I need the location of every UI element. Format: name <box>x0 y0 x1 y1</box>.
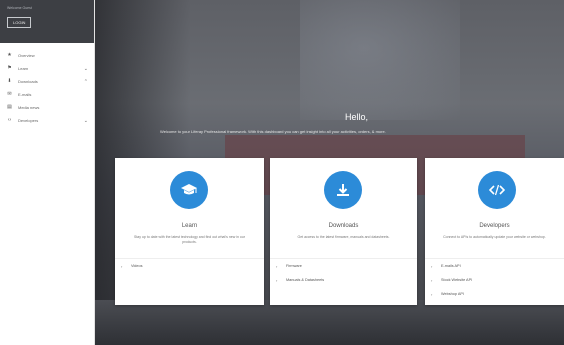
sidebar-item-label: Media news <box>18 105 40 110</box>
chevron-right-icon: › <box>431 277 433 283</box>
card-link-label: Manuals & Datasheets <box>286 278 325 282</box>
background-flag <box>300 0 460 120</box>
login-button[interactable]: LOGIN <box>7 17 32 28</box>
card-description: Stay up to date with the latest technolo… <box>134 235 245 244</box>
card-link[interactable]: › Manuals & Datasheets <box>270 273 417 287</box>
download-icon: ⬇ <box>7 78 12 84</box>
sidebar-item-label: E-mails <box>18 92 32 97</box>
sidebar-item-overview[interactable]: ★ Overview <box>0 49 94 62</box>
graduation-cap-icon <box>170 171 208 209</box>
sidebar-item-media-news[interactable]: ▤ Media news <box>0 101 94 114</box>
card-title: Developers <box>479 223 510 229</box>
chevron-right-icon: › <box>121 263 123 269</box>
card-link[interactable]: › Videos <box>115 259 264 273</box>
code-icon: ‹› <box>7 117 12 123</box>
chevron-right-icon: › <box>276 263 278 269</box>
card-link-label: Stock Website API <box>441 278 473 282</box>
card-link[interactable]: › Stock Website API <box>425 273 564 287</box>
card-link-label: E-mails API <box>441 264 461 268</box>
card-description: Get access to the latest firmware, manua… <box>297 235 390 239</box>
card-title: Learn <box>181 223 198 229</box>
chevron-up-icon[interactable]: ⌃ <box>84 79 88 85</box>
main-hero: Hello, Welcome to your Liferay Professio… <box>95 0 564 345</box>
mail-icon: ✉ <box>7 91 12 97</box>
download-icon <box>324 171 362 209</box>
code-icon <box>478 171 516 209</box>
chevron-right-icon: › <box>431 263 433 269</box>
background-ground <box>95 300 564 345</box>
sidebar-item-label: Developers <box>18 118 39 123</box>
sidebar-item-label: Overview <box>18 53 35 58</box>
card-links: › E-mails API › Stock Website API › Webshop… <box>425 258 564 301</box>
star-icon: ★ <box>7 52 12 58</box>
sidebar-nav: ★ Overview ⚑ Learn ⌄ ⬇ Downloads ⌃ ✉ E-m… <box>0 43 94 127</box>
sidebar-item-label: Learn <box>18 66 29 71</box>
chevron-down-icon[interactable]: ⌄ <box>84 66 88 72</box>
card-developers[interactable]: Developers Connect to APIs to automatica… <box>425 158 564 305</box>
hero-greeting: Hello, <box>345 112 369 122</box>
card-link[interactable]: › E-mails API <box>425 259 564 273</box>
chevron-right-icon: › <box>431 291 433 297</box>
news-icon: ▤ <box>7 104 12 110</box>
card-title: Downloads <box>328 223 359 229</box>
sidebar-item-learn[interactable]: ⚑ Learn ⌄ <box>0 62 94 75</box>
chevron-right-icon: › <box>276 277 278 283</box>
card-link[interactable]: › Firmware <box>270 259 417 273</box>
card-link-label: Firmware <box>286 264 302 268</box>
hero-tagline: Welcome to your Liferay Professional fra… <box>160 129 386 134</box>
flag-icon: ⚑ <box>7 65 12 71</box>
sidebar-header: Welcome Guest LOGIN <box>0 0 94 43</box>
card-link[interactable]: › Webshop API <box>425 287 564 301</box>
sidebar-item-downloads[interactable]: ⬇ Downloads ⌃ <box>0 75 94 88</box>
welcome-text: Welcome Guest <box>7 6 32 10</box>
card-links: › Videos <box>115 258 264 273</box>
sidebar-item-label: Downloads <box>18 79 38 84</box>
card-learn[interactable]: Learn Stay up to date with the latest te… <box>115 158 264 305</box>
sidebar: Welcome Guest LOGIN ★ Overview ⚑ Learn ⌄… <box>0 0 95 345</box>
card-links: › Firmware › Manuals & Datasheets <box>270 258 417 287</box>
card-downloads[interactable]: Downloads Get access to the latest firmw… <box>270 158 417 305</box>
card-link-label: Webshop API <box>441 292 464 296</box>
card-description: Connect to APIs to automatically update … <box>443 235 546 239</box>
card-link-label: Videos <box>131 264 143 268</box>
chevron-down-icon[interactable]: ⌄ <box>84 118 88 124</box>
sidebar-item-developers[interactable]: ‹› Developers ⌄ <box>0 114 94 127</box>
sidebar-item-emails[interactable]: ✉ E-mails <box>0 88 94 101</box>
